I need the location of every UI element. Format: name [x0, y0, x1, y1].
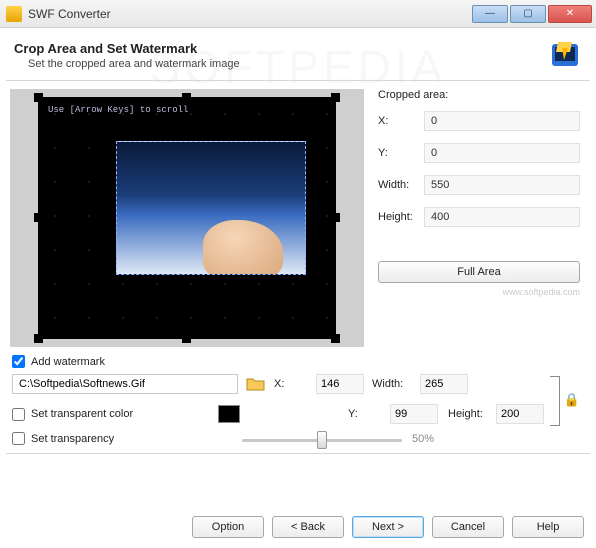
crop-handle-tl[interactable]	[34, 93, 43, 102]
help-button[interactable]: Help	[512, 516, 584, 538]
full-area-button[interactable]: Full Area	[378, 261, 580, 283]
crop-width-input[interactable]	[424, 175, 580, 195]
wm-height-input[interactable]	[496, 404, 544, 424]
footer-buttons: Option < Back Next > Cancel Help	[192, 516, 584, 538]
set-transparency-checkbox[interactable]	[12, 432, 25, 445]
set-transparent-color-label: Set transparent color	[31, 408, 133, 420]
crop-height-label: Height:	[378, 211, 424, 223]
crop-handle-tm[interactable]	[182, 93, 191, 102]
minimize-button[interactable]: —	[472, 5, 508, 23]
page-subtitle: Set the cropped area and watermark image	[14, 56, 240, 70]
crop-handle-bl[interactable]	[34, 334, 43, 343]
transparent-color-swatch[interactable]	[218, 405, 240, 423]
wm-y-label: Y:	[348, 408, 386, 420]
option-button[interactable]: Option	[192, 516, 264, 538]
crop-handle-ml[interactable]	[34, 213, 43, 222]
transparency-slider[interactable]	[242, 439, 402, 442]
next-button[interactable]: Next >	[352, 516, 424, 538]
set-transparent-color-checkbox[interactable]	[12, 408, 25, 421]
close-button[interactable]: ✕	[548, 5, 592, 23]
crop-handle-bm[interactable]	[182, 334, 191, 343]
crop-x-input[interactable]	[424, 111, 580, 131]
transparency-percent: 50%	[412, 433, 434, 445]
title-bar: SWF Converter — ▢ ✕	[0, 0, 596, 28]
divider	[6, 453, 590, 454]
crop-handle-br[interactable]	[331, 334, 340, 343]
divider	[6, 80, 590, 81]
window-title: SWF Converter	[28, 7, 470, 21]
crop-y-label: Y:	[378, 147, 424, 159]
credit-text: www.softpedia.com	[378, 287, 580, 297]
wm-x-label: X:	[274, 378, 312, 390]
wm-width-label: Width:	[372, 378, 416, 390]
wm-height-label: Height:	[448, 408, 492, 420]
crop-y-input[interactable]	[424, 143, 580, 163]
wm-y-input[interactable]	[390, 404, 438, 424]
watermark-path-input[interactable]	[12, 374, 238, 394]
back-button[interactable]: < Back	[272, 516, 344, 538]
wm-x-input[interactable]	[316, 374, 364, 394]
wm-width-input[interactable]	[420, 374, 468, 394]
crop-width-label: Width:	[378, 179, 424, 191]
add-watermark-label: Add watermark	[31, 356, 105, 368]
maximize-button[interactable]: ▢	[510, 5, 546, 23]
crop-selection[interactable]	[116, 141, 306, 275]
cropped-area-label: Cropped area:	[378, 89, 580, 101]
app-icon	[6, 6, 22, 22]
set-transparency-label: Set transparency	[31, 433, 114, 445]
browse-icon[interactable]	[246, 375, 266, 393]
add-watermark-checkbox[interactable]	[12, 355, 25, 368]
crop-x-label: X:	[378, 115, 424, 127]
cancel-button[interactable]: Cancel	[432, 516, 504, 538]
preview-canvas[interactable]: Use [Arrow Keys] to scroll	[38, 97, 336, 339]
crop-height-input[interactable]	[424, 207, 580, 227]
crop-handle-mr[interactable]	[331, 213, 340, 222]
page-title: Crop Area and Set Watermark	[14, 41, 240, 56]
crop-handle-tr[interactable]	[331, 93, 340, 102]
page-header: Crop Area and Set Watermark Set the crop…	[0, 28, 596, 78]
crop-preview[interactable]: Use [Arrow Keys] to scroll	[10, 89, 364, 347]
app-logo-icon	[548, 38, 582, 72]
preview-hint: Use [Arrow Keys] to scroll	[48, 105, 188, 115]
